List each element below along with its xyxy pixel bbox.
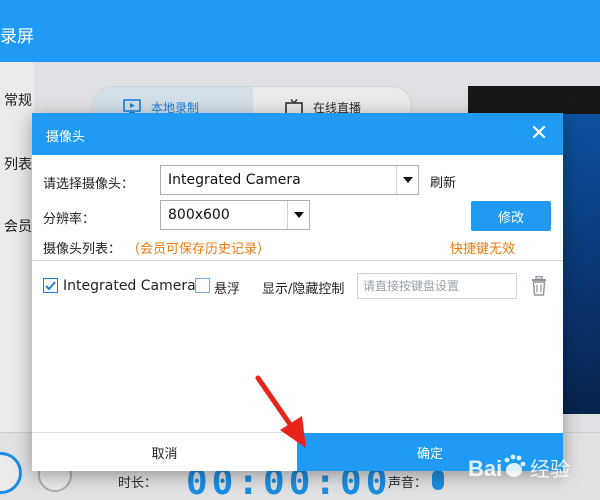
baidu-watermark-icon: Bai 经验: [468, 454, 570, 481]
float-label: 悬浮: [214, 282, 241, 297]
hotkey-input[interactable]: [358, 274, 516, 298]
float-checkbox[interactable]: [195, 278, 210, 293]
camera-select-label: 请选择摄像头：: [43, 177, 135, 192]
resolution-select-value: 800x600: [168, 207, 230, 223]
hotkey-input-wrapper: [357, 273, 517, 299]
camera-select[interactable]: Integrated Camera: [160, 165, 419, 195]
svg-text:经验: 经验: [530, 457, 570, 481]
checkmark-icon: [45, 281, 56, 291]
camera-list-divider: [32, 260, 563, 261]
annotation-arrow-icon: [255, 375, 306, 448]
resolution-select[interactable]: 800x600: [160, 200, 310, 230]
trash-icon[interactable]: [530, 276, 548, 296]
camera-select-value: Integrated Camera: [168, 172, 301, 188]
camera-list-item-name: Integrated Camera: [63, 278, 196, 294]
chevron-down-icon[interactable]: [396, 166, 418, 194]
camera-list-hint: （会员可保存历史记录）: [127, 242, 271, 257]
dialog-title: 摄像头: [46, 130, 86, 145]
resolution-label: 分辨率：: [43, 212, 96, 227]
hotkey-invalid-warning: 快捷键无效: [450, 242, 516, 257]
modify-button[interactable]: 修改: [471, 201, 551, 231]
chevron-down-icon[interactable]: [287, 201, 309, 229]
app-title: 录屏: [0, 27, 34, 47]
camera-list-label: 摄像头列表：: [43, 242, 122, 257]
svg-text:Bai: Bai: [468, 456, 502, 481]
dialog-header: 摄像头 ✕: [32, 113, 563, 155]
toggle-control-label: 显示/隐藏控制: [262, 282, 345, 297]
app-titlebar: 录屏: [0, 0, 600, 62]
camera-enable-checkbox[interactable]: [43, 278, 58, 293]
close-icon[interactable]: ✕: [527, 122, 551, 146]
refresh-button[interactable]: 刷新: [430, 172, 456, 191]
